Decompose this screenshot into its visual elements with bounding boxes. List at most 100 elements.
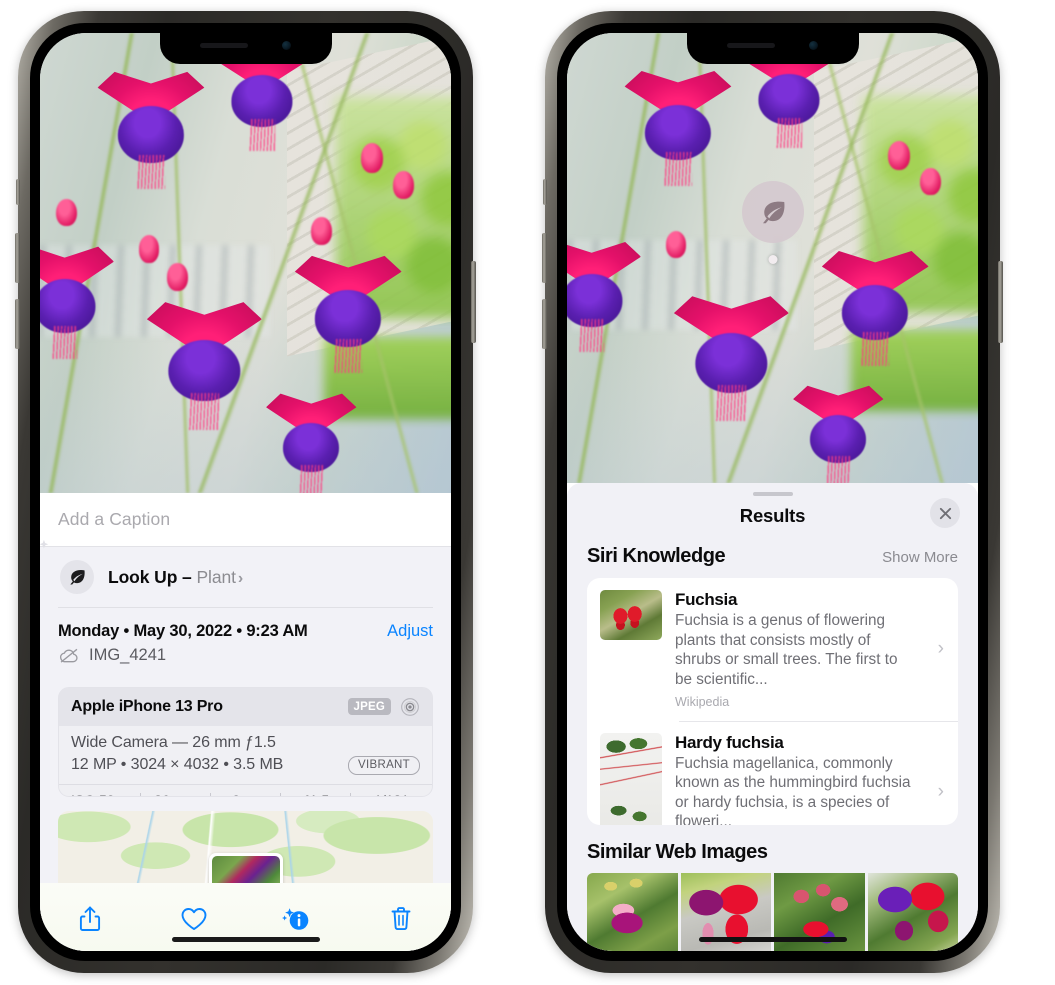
knowledge-description: Fuchsia magellanica, commonly known as t…	[675, 754, 911, 825]
exif-iso: ISO 50	[71, 792, 140, 796]
flower-blossom	[97, 70, 205, 190]
flower-bud	[665, 231, 687, 258]
map-pin-thumbnail	[211, 856, 280, 883]
knowledge-title: Fuchsia	[675, 590, 738, 610]
iphone-right-device: Results Siri Knowledge Show More Fuchsia…	[542, 11, 1003, 973]
info-button[interactable]	[275, 899, 319, 939]
chevron-right-icon: ›	[937, 638, 944, 660]
share-button[interactable]	[68, 899, 112, 939]
look-up-row[interactable]: Look Up – Plant ›	[40, 539, 451, 607]
flower-bud	[56, 198, 77, 227]
visual-look-up-badge[interactable]	[741, 181, 804, 243]
device-model: Apple iPhone 13 Pro	[71, 697, 223, 715]
metadata-header: Apple iPhone 13 Pro JPEG	[59, 687, 432, 726]
volume-up-button[interactable]	[542, 233, 547, 283]
adjust-button[interactable]: Adjust	[387, 622, 433, 641]
photo-datetime: Monday • May 30, 2022 • 9:23 AM	[58, 621, 308, 640]
similar-image-tile[interactable]	[867, 873, 958, 951]
photo-info-sheet: Add a Caption Look Up – Plant › Monday •…	[40, 493, 451, 951]
flower-blossom	[567, 240, 641, 352]
device-notch	[159, 33, 332, 64]
mute-switch[interactable]	[543, 179, 547, 205]
leaf-icon	[762, 201, 784, 224]
leaf-glyph	[70, 570, 85, 585]
look-up-label: Look Up – Plant ›	[108, 567, 243, 588]
photo-fuchsia-flowers[interactable]	[40, 33, 451, 493]
volume-up-button[interactable]	[15, 233, 20, 283]
section-title-siri-knowledge: Siri Knowledge	[587, 545, 726, 568]
knowledge-source: Wikipedia	[675, 694, 730, 709]
share-icon	[79, 906, 101, 931]
trash-icon	[391, 907, 411, 931]
flower-bud	[887, 141, 911, 171]
date-block: Monday • May 30, 2022 • 9:23 AM Adjust I…	[40, 608, 451, 675]
format-badge: JPEG	[347, 698, 391, 716]
similar-web-images-header: Similar Web Images	[567, 825, 978, 873]
knowledge-description: Fuchsia is a genus of flowering plants t…	[675, 612, 898, 689]
show-more-button[interactable]: Show More	[882, 549, 958, 566]
power-button[interactable]	[998, 261, 1003, 343]
flower-blossom	[624, 69, 732, 186]
left-screen: Add a Caption Look Up – Plant › Monday •…	[40, 33, 451, 951]
lens-info: Wide Camera — 26 mm ƒ1.5	[71, 733, 276, 751]
device-bezel: Add a Caption Look Up – Plant › Monday •…	[30, 23, 461, 961]
earpiece-speaker	[727, 42, 775, 48]
siri-knowledge-card: Fuchsia Fuchsia is a genus of flowering …	[587, 578, 958, 825]
knowledge-text: Fuchsia Fuchsia is a genus of flowering …	[675, 590, 925, 708]
results-header: Results	[567, 496, 978, 541]
flower-blossom	[40, 245, 114, 359]
image-size-info: 12 MP • 3024 × 4032 • 3.5 MB	[71, 756, 284, 774]
flower-bud	[393, 171, 414, 199]
screenshot-root: Add a Caption Look Up – Plant › Monday •…	[0, 0, 1055, 985]
exif-exposure: 0 ev	[211, 792, 280, 796]
chevron-right-icon: ›	[237, 569, 244, 587]
flower-blossom	[793, 384, 884, 483]
flower-bud	[360, 143, 384, 174]
home-indicator[interactable]	[698, 937, 847, 942]
similar-image-tile[interactable]	[587, 873, 678, 951]
delete-button[interactable]	[379, 899, 423, 939]
volume-down-button[interactable]	[542, 299, 547, 349]
photographic-style-badge: VIBRANT	[348, 755, 420, 775]
knowledge-text: Hardy fuchsia Fuchsia magellanica, commo…	[675, 733, 925, 825]
aperture-icon	[401, 697, 419, 716]
home-indicator[interactable]	[171, 937, 320, 942]
heart-icon	[181, 908, 207, 930]
list-item[interactable]: Hardy fuchsia Fuchsia magellanica, commo…	[587, 720, 958, 825]
flower-blossom	[266, 392, 357, 493]
location-map-preview[interactable]	[58, 811, 433, 883]
results-title: Results	[739, 505, 806, 527]
info-sparkle-icon	[282, 908, 309, 930]
photo-thumbnail-pin	[208, 853, 283, 883]
camera-metadata-card[interactable]: Apple iPhone 13 Pro JPEG Wide Camera — 2…	[58, 686, 433, 798]
flower-bud	[138, 235, 160, 263]
exif-focal: 26 mm	[141, 792, 210, 796]
exif-shutter: 1/181 s	[351, 792, 420, 796]
list-item[interactable]: Fuchsia Fuchsia is a genus of flowering …	[587, 578, 958, 720]
flower-bud	[311, 217, 332, 245]
flower-blossom	[821, 249, 929, 366]
caption-placeholder: Add a Caption	[58, 509, 171, 529]
volume-down-button[interactable]	[15, 299, 20, 349]
metadata-body: Wide Camera — 26 mm ƒ1.5 12 MP • 3024 × …	[59, 725, 432, 784]
knowledge-title: Hardy fuchsia	[675, 732, 784, 752]
chevron-right-icon: ›	[937, 780, 944, 802]
flower-blossom	[146, 300, 262, 431]
icloud-slash-icon	[59, 648, 78, 663]
mute-switch[interactable]	[16, 179, 20, 205]
power-button[interactable]	[471, 261, 476, 343]
look-up-title: Look Up –	[108, 566, 192, 587]
caption-input[interactable]: Add a Caption	[40, 493, 451, 547]
flower-bud	[920, 168, 941, 195]
flower-bud	[167, 263, 188, 291]
earpiece-speaker	[200, 42, 248, 48]
device-bezel: Results Siri Knowledge Show More Fuchsia…	[557, 23, 988, 961]
siri-knowledge-header: Siri Knowledge Show More	[567, 541, 978, 578]
leaf-icon	[60, 560, 94, 594]
visual-look-up-anchor-dot	[768, 255, 777, 264]
section-title-similar-web-images: Similar Web Images	[587, 841, 768, 863]
sparkles-icon	[40, 539, 49, 549]
favorite-button[interactable]	[172, 899, 216, 939]
results-sheet: Results Siri Knowledge Show More Fuchsia…	[567, 483, 978, 951]
flower-blossom	[294, 254, 402, 374]
